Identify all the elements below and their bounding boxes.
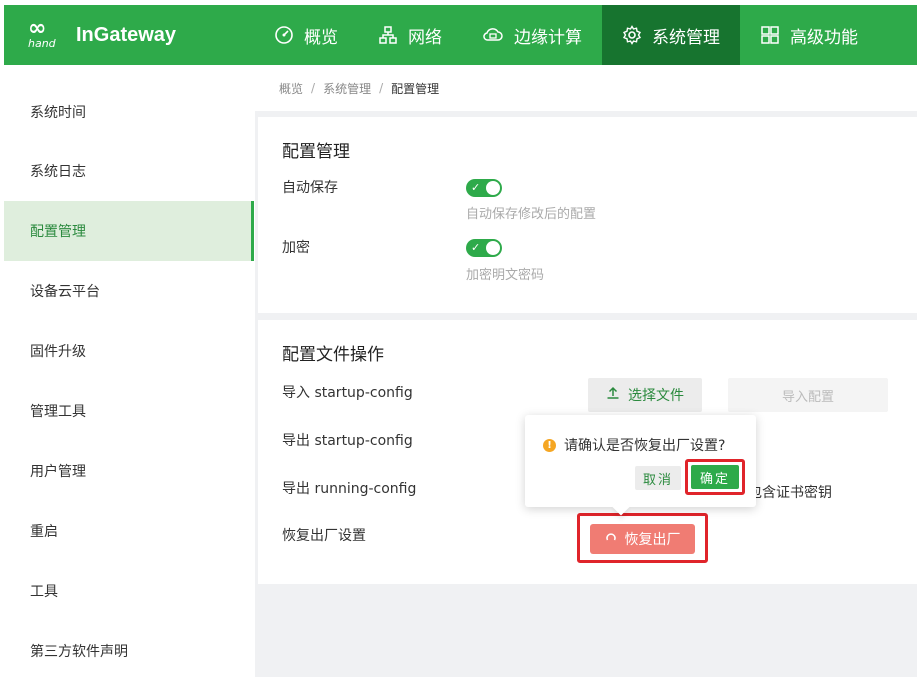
factory-reset-label: 恢复出厂设置 bbox=[282, 528, 366, 544]
sidebar-item-management-tools[interactable]: 管理工具 bbox=[4, 381, 254, 441]
check-icon: ✓ bbox=[471, 181, 481, 194]
logo-mark: ∞ hand bbox=[28, 18, 70, 52]
breadcrumb: 概览 / 系统管理 / 配置管理 bbox=[255, 65, 917, 111]
encrypt-label: 加密 bbox=[282, 240, 310, 256]
popconfirm-ok-button[interactable]: 确定 bbox=[691, 465, 739, 489]
switch-knob bbox=[486, 181, 500, 195]
sidebar-item-tools[interactable]: 工具 bbox=[4, 561, 254, 621]
brand-logo[interactable]: ∞ hand InGateway bbox=[4, 5, 254, 65]
network-icon bbox=[378, 25, 398, 45]
choose-file-button[interactable]: 选择文件 bbox=[588, 378, 702, 412]
config-card-title: 配置管理 bbox=[282, 142, 350, 162]
popconfirm-message-text: 请确认是否恢复出厂设置? bbox=[564, 438, 726, 454]
encrypt-hint: 加密明文密码 bbox=[466, 268, 545, 283]
switch-knob bbox=[486, 241, 500, 255]
sidebar-item-reboot[interactable]: 重启 bbox=[4, 501, 254, 561]
sidebar: 系统时间 系统日志 配置管理 设备云平台 固件升级 管理工具 用户管理 重启 工… bbox=[4, 65, 254, 693]
import-config-button[interactable]: 导入配置 bbox=[728, 378, 888, 412]
sidebar-item-third-party-notice[interactable]: 第三方软件声明 bbox=[4, 621, 254, 681]
factory-reset-highlight: 恢复出厂 bbox=[577, 513, 708, 563]
main-nav: 概览 网络 边缘计算 系统管理 高级功能 bbox=[254, 5, 878, 65]
breadcrumb-separator: / bbox=[379, 81, 384, 95]
auto-save-label: 自动保存 bbox=[282, 180, 338, 196]
gear-icon bbox=[622, 25, 642, 45]
nav-item-label: 系统管理 bbox=[652, 27, 720, 48]
nav-item-label: 高级功能 bbox=[790, 27, 858, 48]
breadcrumb-item-overview[interactable]: 概览 bbox=[279, 80, 303, 97]
main-content: 概览 / 系统管理 / 配置管理 配置管理 自动保存 ✓ 自动保存修改后的配置 … bbox=[255, 65, 917, 677]
sidebar-item-system-log[interactable]: 系统日志 bbox=[4, 141, 254, 201]
sidebar-item-firmware-upgrade[interactable]: 固件升级 bbox=[4, 321, 254, 381]
nav-item-system-management[interactable]: 系统管理 bbox=[602, 5, 740, 65]
cloud-compute-icon bbox=[482, 25, 504, 45]
nav-item-overview[interactable]: 概览 bbox=[254, 5, 358, 65]
config-management-card: 配置管理 自动保存 ✓ 自动保存修改后的配置 加密 ✓ 加密明文密码 bbox=[258, 117, 917, 313]
factory-reset-popconfirm: ! 请确认是否恢复出厂设置? 取消 确定 bbox=[525, 415, 756, 507]
upload-icon bbox=[606, 386, 620, 404]
include-cert-key-text: 包含证书密钥 bbox=[748, 485, 832, 501]
reset-icon bbox=[605, 532, 617, 547]
factory-reset-button-label: 恢复出厂 bbox=[624, 532, 681, 548]
popconfirm-message: ! 请确认是否恢复出厂设置? bbox=[543, 435, 725, 455]
export-startup-label: 导出 startup-config bbox=[282, 433, 413, 449]
sidebar-item-config-management[interactable]: 配置管理 bbox=[4, 201, 254, 261]
dashboard-icon bbox=[274, 25, 294, 45]
top-navbar: ∞ hand InGateway 概览 网络 边缘计算 系统管理 高级功能 bbox=[4, 5, 917, 65]
breadcrumb-item-current: 配置管理 bbox=[391, 81, 440, 96]
nav-item-advanced[interactable]: 高级功能 bbox=[740, 5, 878, 65]
popconfirm-cancel-button[interactable]: 取消 bbox=[635, 466, 681, 490]
nav-item-label: 网络 bbox=[408, 27, 442, 48]
nav-item-edge-computing[interactable]: 边缘计算 bbox=[462, 5, 602, 65]
breadcrumb-separator: / bbox=[311, 81, 316, 95]
grid-icon bbox=[760, 25, 780, 45]
brand-name: InGateway bbox=[76, 23, 177, 46]
warning-icon: ! bbox=[543, 438, 556, 452]
confirm-highlight: 确定 bbox=[685, 459, 745, 495]
nav-item-label: 边缘计算 bbox=[514, 27, 582, 48]
auto-save-switch[interactable]: ✓ bbox=[466, 179, 502, 197]
breadcrumb-item-system-management[interactable]: 系统管理 bbox=[323, 80, 371, 97]
choose-file-label: 选择文件 bbox=[628, 388, 684, 404]
encrypt-switch[interactable]: ✓ bbox=[466, 239, 502, 257]
sidebar-item-user-management[interactable]: 用户管理 bbox=[4, 441, 254, 501]
sidebar-item-device-cloud[interactable]: 设备云平台 bbox=[4, 261, 254, 321]
logo-sub-text: hand bbox=[28, 37, 56, 50]
import-startup-label: 导入 startup-config bbox=[282, 385, 413, 401]
nav-item-network[interactable]: 网络 bbox=[358, 5, 462, 65]
file-card-title: 配置文件操作 bbox=[282, 345, 384, 365]
sidebar-item-system-time[interactable]: 系统时间 bbox=[4, 65, 254, 141]
check-icon: ✓ bbox=[471, 241, 481, 254]
nav-item-label: 概览 bbox=[304, 27, 338, 48]
factory-reset-button[interactable]: 恢复出厂 bbox=[590, 524, 695, 554]
export-running-label: 导出 running-config bbox=[282, 481, 417, 497]
auto-save-hint: 自动保存修改后的配置 bbox=[466, 207, 597, 222]
